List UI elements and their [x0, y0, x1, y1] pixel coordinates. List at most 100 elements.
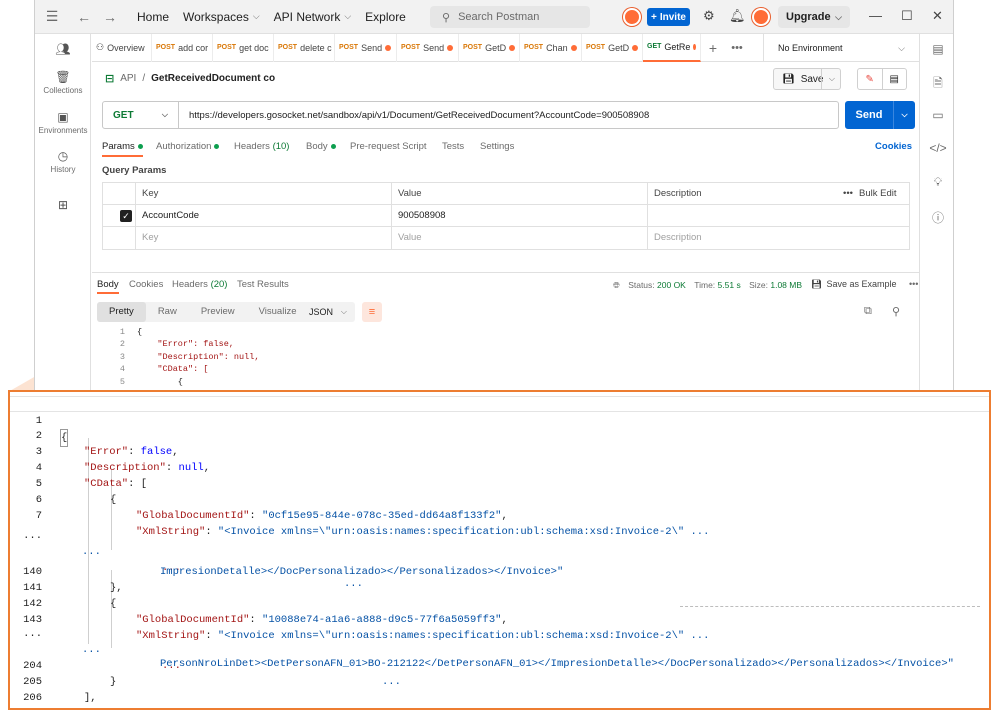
tab-request[interactable]: POST delete c: [274, 33, 335, 62]
nav-explore[interactable]: Explore: [365, 10, 406, 24]
comment-icon[interactable]: ▤: [883, 69, 907, 89]
param-enabled-checkbox[interactable]: ✓: [120, 210, 132, 222]
cookies-link[interactable]: Cookies: [875, 141, 912, 152]
tab-tests[interactable]: Tests: [442, 141, 464, 152]
tab-request[interactable]: POST Chan: [520, 33, 582, 62]
more-dots-icon[interactable]: •••: [909, 279, 918, 289]
nav-home[interactable]: Home: [137, 10, 169, 24]
search-icon[interactable]: ⚲: [892, 305, 900, 318]
tab-request[interactable]: POST get doc: [213, 33, 274, 62]
format-select[interactable]: JSON ⌵: [301, 302, 355, 322]
time-value[interactable]: 5.51 s: [718, 280, 741, 290]
settings-gear-icon[interactable]: ⚙: [703, 8, 715, 24]
tab-request[interactable]: POST add cor: [152, 33, 213, 62]
sidebar-item-configure[interactable]: ⊞: [35, 198, 91, 214]
copy-icon[interactable]: ⧉: [864, 305, 872, 318]
tab-request[interactable]: POST Send: [335, 33, 397, 62]
minimize-icon[interactable]: —: [869, 8, 882, 23]
bulk-edit-button[interactable]: ••• Bulk Edit: [837, 183, 909, 205]
tab-body-label: Body: [306, 141, 328, 152]
sidebar-item-collections[interactable]: 🗑︎ Collections: [35, 70, 91, 95]
code-gap-line: ... ... ... ...: [10, 512, 989, 590]
url-input[interactable]: https://developers.gosocket.net/sandbox/…: [179, 110, 649, 121]
code-line: 140 },: [10, 548, 989, 594]
code-icon[interactable]: </>: [920, 141, 953, 155]
code-line: 6 "GlobalDocumentId": "0cf15e95-844e-078…: [10, 476, 989, 522]
tab-settings-label: Settings: [480, 141, 515, 152]
nav-workspaces[interactable]: Workspaces ⌵: [183, 10, 260, 24]
environment-selector[interactable]: No Environment ⌵: [763, 34, 913, 62]
param-key-cell[interactable]: AccountCode: [135, 205, 391, 227]
param-value-placeholder[interactable]: Value: [391, 227, 647, 249]
code-line: PersonNroLinDet><DetPersonAFN_01>BO-2121…: [10, 624, 989, 670]
param-key-placeholder[interactable]: Key: [135, 227, 391, 249]
save-as-example-button[interactable]: 💾︎ Save as Example •••: [811, 279, 918, 290]
wrap-lines-icon[interactable]: ≡: [362, 302, 382, 322]
documentation-icon[interactable]: 🗎︎: [920, 74, 953, 95]
column-header-description: Description: [647, 183, 837, 205]
lightbulb-icon[interactable]: 💡︎: [920, 175, 953, 190]
view-visualize[interactable]: Visualize: [247, 302, 309, 322]
response-tab-headers[interactable]: Headers (20): [172, 279, 227, 290]
search-input[interactable]: ⚲ Search Postman: [430, 6, 590, 28]
tab-active-request[interactable]: GET GetRe: [643, 33, 701, 62]
request-name[interactable]: GetReceivedDocument co: [151, 73, 275, 84]
tab-params[interactable]: Params: [102, 141, 143, 157]
sidebar-item-team[interactable]: 👥︎: [35, 42, 91, 58]
tab-settings[interactable]: Settings: [480, 141, 514, 152]
param-description-cell[interactable]: [647, 205, 909, 227]
tab-overview[interactable]: ⚇ Overview: [92, 33, 152, 62]
view-pretty[interactable]: Pretty: [97, 302, 146, 322]
comments-icon[interactable]: ▭: [920, 108, 953, 122]
more-tabs-icon[interactable]: •••: [725, 42, 749, 54]
environment-label: No Environment: [778, 43, 843, 53]
tab-body[interactable]: Body: [306, 141, 336, 152]
code-line: 204 }: [10, 642, 989, 688]
code-text: "Code": 200: [84, 706, 153, 710]
sidebar-toggle-icon[interactable]: ▤: [920, 42, 953, 56]
tab-label: delete c: [300, 42, 332, 53]
tab-request[interactable]: POST Send: [397, 33, 459, 62]
param-description-placeholder[interactable]: Description: [647, 227, 909, 249]
sidebar-item-environments[interactable]: ▣ Environments: [35, 110, 91, 135]
response-tab-test-results[interactable]: Test Results: [237, 279, 289, 290]
tab-prerequest-script[interactable]: Pre-request Script: [350, 141, 427, 152]
forward-arrow-icon[interactable]: →: [97, 9, 123, 25]
status-value[interactable]: 200 OK: [657, 280, 686, 290]
maximize-icon[interactable]: ☐: [901, 8, 913, 24]
tab-authorization[interactable]: Authorization: [156, 141, 220, 152]
tab-label: GetD: [608, 42, 630, 53]
chevron-down-icon[interactable]: ⌵: [893, 101, 915, 129]
hamburger-menu-icon[interactable]: ☰: [39, 8, 65, 25]
response-tab-body[interactable]: Body: [97, 279, 119, 294]
tab-request[interactable]: POST GetD: [459, 33, 520, 62]
chevron-down-icon[interactable]: ⌵: [829, 74, 835, 84]
chevron-down-icon: ⌵: [161, 110, 168, 119]
invite-button[interactable]: + Invite: [647, 8, 690, 26]
json-key: "Code": [84, 708, 122, 710]
send-button[interactable]: Send ⌵: [845, 101, 915, 129]
code-line: 2 "Error": false,: [97, 338, 234, 350]
response-tab-cookies[interactable]: Cookies: [129, 279, 163, 290]
avatar[interactable]: [752, 8, 770, 26]
tab-headers[interactable]: Headers (10): [234, 141, 289, 152]
nav-api-network[interactable]: API Network ⌵: [274, 10, 352, 24]
tab-request[interactable]: POST GetD: [582, 33, 643, 62]
notification-bell-icon[interactable]: 🔔︎: [729, 8, 746, 24]
back-arrow-icon[interactable]: ←: [71, 9, 97, 25]
size-value[interactable]: 1.08 MB: [770, 280, 802, 290]
close-icon[interactable]: ✕: [932, 8, 943, 24]
response-body-editor[interactable]: 1{ 2 "Error": false, 3 "Description": nu…: [97, 326, 915, 394]
method-select[interactable]: GET ⌵: [103, 102, 179, 128]
info-icon[interactable]: ⓘ: [920, 209, 953, 226]
upgrade-button[interactable]: Upgrade ⌵: [778, 6, 850, 28]
view-raw[interactable]: Raw: [146, 302, 189, 322]
view-preview[interactable]: Preview: [189, 302, 247, 322]
new-tab-plus-icon[interactable]: +: [701, 40, 725, 56]
param-value-cell[interactable]: 900508908: [391, 205, 647, 227]
pencil-icon[interactable]: ✎: [858, 69, 883, 89]
postman-logo-icon[interactable]: [623, 8, 641, 26]
breadcrumb-root[interactable]: API: [120, 73, 136, 84]
save-button[interactable]: 💾︎ Save ⌵: [773, 68, 841, 90]
sidebar-item-history[interactable]: ◷ History: [35, 149, 91, 174]
